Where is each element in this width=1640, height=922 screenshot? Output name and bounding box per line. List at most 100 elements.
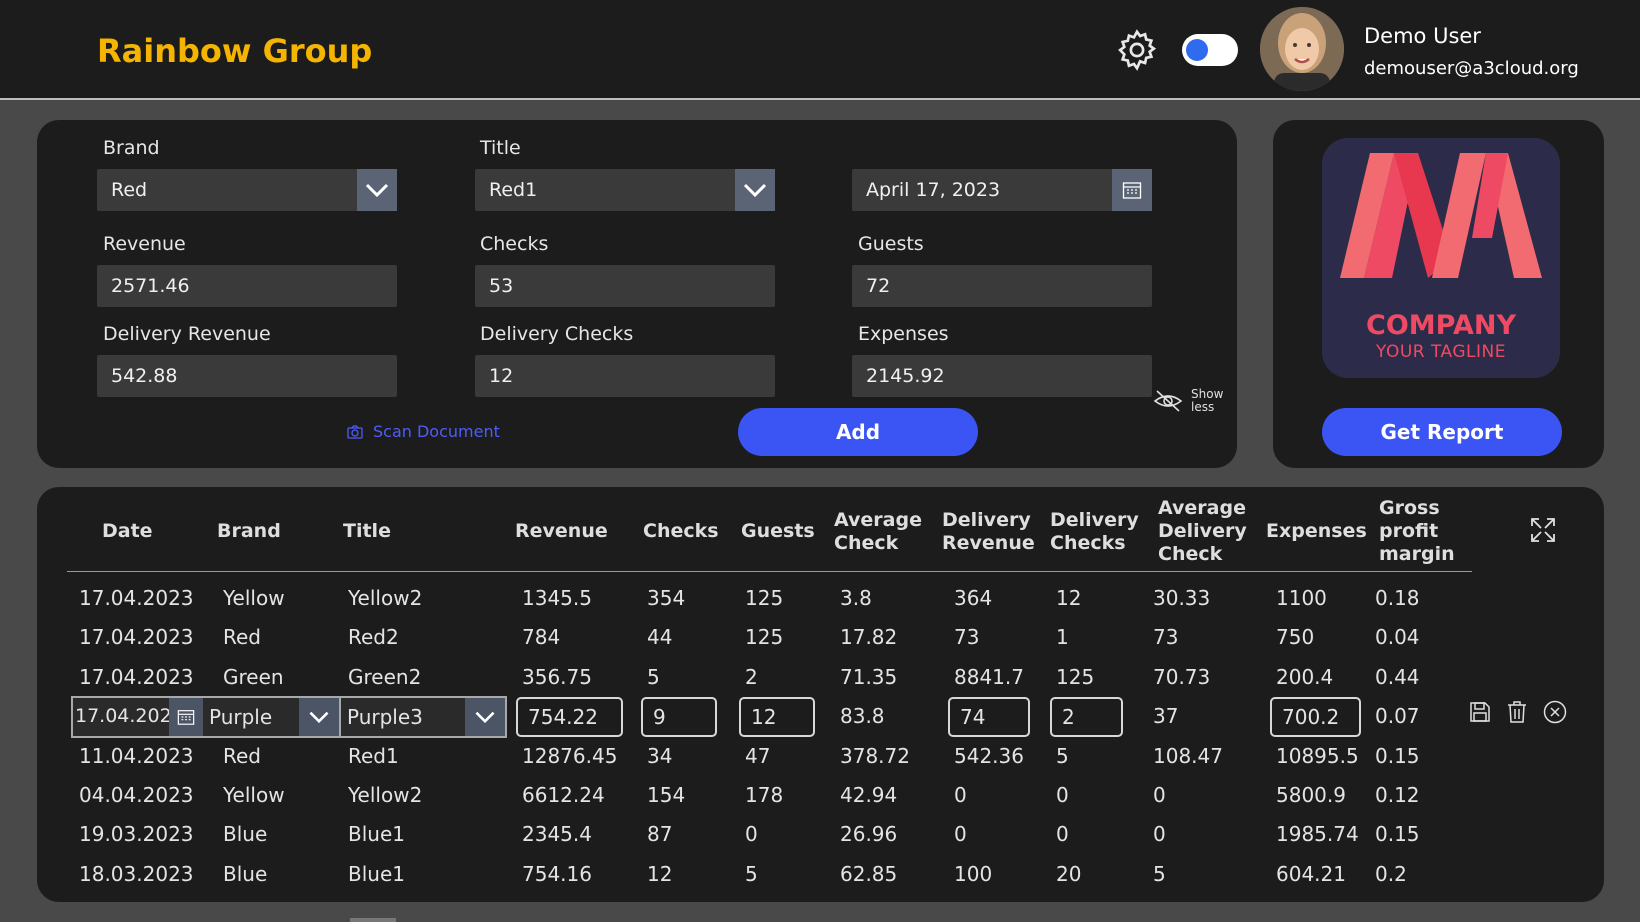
edit-revenue-input[interactable]: 754.22 xyxy=(516,697,623,737)
cell-expenses: 604.21 xyxy=(1276,862,1346,886)
user-email: demouser@a3cloud.org xyxy=(1364,58,1579,79)
cell-margin: 0.12 xyxy=(1375,783,1420,807)
cell-guests: 125 xyxy=(745,625,784,649)
revenue-label: Revenue xyxy=(103,233,186,255)
column-header-expenses[interactable]: Expenses xyxy=(1266,520,1367,543)
edit-checks-input[interactable]: 9 xyxy=(641,697,717,737)
calendar-icon[interactable] xyxy=(1112,169,1152,211)
title-select[interactable]: Red1 xyxy=(475,169,775,211)
cell-date: 11.04.2023 xyxy=(79,744,194,768)
calendar-icon[interactable] xyxy=(169,698,203,736)
add-button[interactable]: Add xyxy=(738,408,978,456)
edit-brand-select[interactable]: Purple xyxy=(203,698,299,736)
column-header-guests[interactable]: Guests xyxy=(741,520,815,543)
cell-revenue: 1345.5 xyxy=(522,586,592,610)
edit-title-select[interactable]: Purple3 xyxy=(339,698,465,736)
eye-off-icon xyxy=(1153,390,1183,412)
scan-document-label: Scan Document xyxy=(373,422,500,441)
column-header-delivery-revenue[interactable]: Delivery Revenue xyxy=(942,509,1042,555)
theme-toggle[interactable] xyxy=(1182,34,1238,66)
guests-label: Guests xyxy=(858,233,924,255)
cell-margin: 0.44 xyxy=(1375,665,1420,689)
show-less-toggle[interactable]: Show less xyxy=(1153,388,1231,414)
expenses-input[interactable]: 2145.92 xyxy=(852,355,1152,397)
cell-brand: Red xyxy=(223,625,261,649)
cell-brand: Yellow xyxy=(223,586,285,610)
cell-margin: 0.18 xyxy=(1375,586,1420,610)
checks-input[interactable]: 53 xyxy=(475,265,775,307)
cell-checks: 5 xyxy=(647,665,660,689)
get-report-button[interactable]: Get Report xyxy=(1322,408,1562,456)
cancel-icon[interactable] xyxy=(1543,700,1567,724)
revenue-input[interactable]: 2571.46 xyxy=(97,265,397,307)
cell-average-delivery-check: 0 xyxy=(1153,783,1166,807)
trash-icon[interactable] xyxy=(1507,701,1527,723)
chevron-down-icon[interactable] xyxy=(465,698,505,736)
delivery-revenue-input[interactable]: 542.88 xyxy=(97,355,397,397)
cell-guests: 125 xyxy=(745,586,784,610)
logo-panel: COMPANY YOUR TAGLINE Get Report xyxy=(1273,120,1604,468)
edit-delivery-revenue-input[interactable]: 74 xyxy=(948,697,1030,737)
cell-expenses: 1985.74 xyxy=(1276,822,1359,846)
row-actions xyxy=(1469,700,1567,724)
column-header-average-delivery-check[interactable]: Average Delivery Check xyxy=(1158,497,1248,566)
edit-guests-input[interactable]: 12 xyxy=(739,697,815,737)
column-header-delivery-checks[interactable]: Delivery Checks xyxy=(1050,509,1140,555)
cell-average-check: 17.82 xyxy=(840,625,898,649)
cell-margin: 0.07 xyxy=(1375,704,1420,728)
cell-checks: 12 xyxy=(647,862,673,886)
cell-guests: 178 xyxy=(745,783,784,807)
column-header-checks[interactable]: Checks xyxy=(643,520,719,543)
cell-average-check: 3.8 xyxy=(840,586,872,610)
column-header-gross-profit-margin[interactable]: Gross profit margin xyxy=(1379,497,1469,566)
chevron-down-icon[interactable] xyxy=(735,169,775,211)
column-header-brand[interactable]: Brand xyxy=(217,520,281,543)
edit-date-input[interactable]: 17.04.2023 xyxy=(73,698,169,736)
column-header-date[interactable]: Date xyxy=(102,520,153,543)
cell-checks: 154 xyxy=(647,783,686,807)
cell-average-check: 83.8 xyxy=(840,704,885,728)
cell-guests: 0 xyxy=(745,822,758,846)
chevron-down-icon[interactable] xyxy=(357,169,397,211)
column-header-title[interactable]: Title xyxy=(343,520,391,543)
expand-icon[interactable] xyxy=(1530,517,1556,543)
delivery-checks-input[interactable]: 12 xyxy=(475,355,775,397)
cell-brand: Blue xyxy=(223,862,268,886)
edit-delivery-checks-input[interactable]: 2 xyxy=(1050,697,1123,737)
chevron-down-icon[interactable] xyxy=(299,698,339,736)
cell-delivery-checks: 0 xyxy=(1056,783,1069,807)
date-picker[interactable]: April 17, 2023 xyxy=(852,169,1152,211)
cell-delivery-checks: 125 xyxy=(1056,665,1095,689)
scan-document-link[interactable]: Scan Document xyxy=(347,422,500,441)
cell-title: Blue1 xyxy=(348,862,405,886)
cell-delivery-revenue: 0 xyxy=(954,822,967,846)
gear-icon[interactable] xyxy=(1114,27,1160,73)
cell-guests: 47 xyxy=(745,744,771,768)
cell-average-delivery-check: 0 xyxy=(1153,822,1166,846)
cell-margin: 0.04 xyxy=(1375,625,1420,649)
brand-select[interactable]: Red xyxy=(97,169,397,211)
cell-brand: Green xyxy=(223,665,284,689)
save-icon[interactable] xyxy=(1469,701,1491,723)
cell-title: Green2 xyxy=(348,665,422,689)
cell-delivery-revenue: 364 xyxy=(954,586,993,610)
cell-delivery-revenue: 8841.7 xyxy=(954,665,1024,689)
page-scrollbar[interactable] xyxy=(350,918,396,922)
cell-delivery-checks: 1 xyxy=(1056,625,1069,649)
cell-title: Red2 xyxy=(348,625,399,649)
cell-average-check: 62.85 xyxy=(840,862,898,886)
cell-brand: Blue xyxy=(223,822,268,846)
cell-margin: 0.2 xyxy=(1375,862,1407,886)
company-logo: COMPANY YOUR TAGLINE xyxy=(1322,138,1560,378)
brand-label: Brand xyxy=(103,137,160,159)
guests-input[interactable]: 72 xyxy=(852,265,1152,307)
cell-date: 18.03.2023 xyxy=(79,862,194,886)
column-header-revenue[interactable]: Revenue xyxy=(515,520,608,543)
column-header-average-check[interactable]: Average Check xyxy=(834,509,934,555)
cell-title: Blue1 xyxy=(348,822,405,846)
cell-delivery-checks: 12 xyxy=(1056,586,1082,610)
logo-company-text: COMPANY xyxy=(1366,310,1516,341)
camera-icon xyxy=(347,424,363,439)
edit-expenses-input[interactable]: 700.2 xyxy=(1270,697,1361,737)
avatar xyxy=(1260,7,1344,91)
